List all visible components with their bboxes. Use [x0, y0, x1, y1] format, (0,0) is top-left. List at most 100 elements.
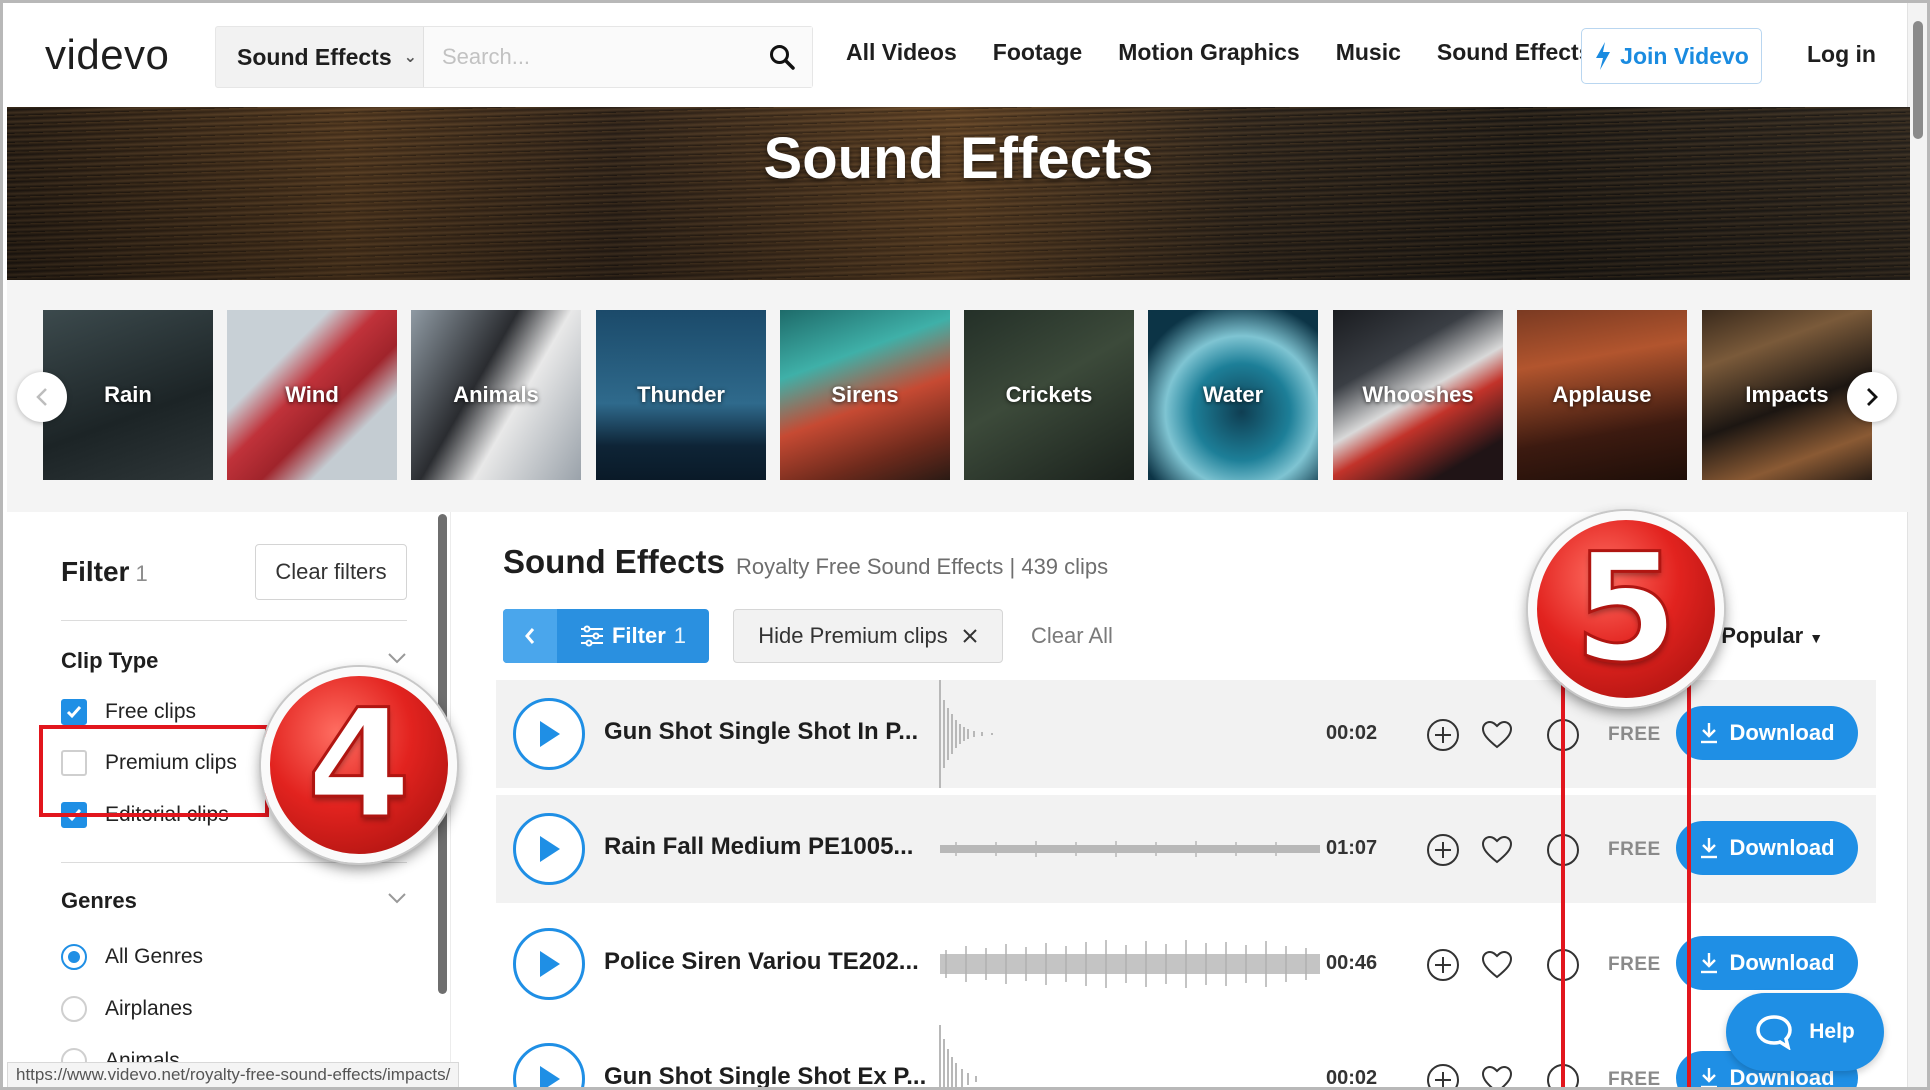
heart-icon[interactable]: [1480, 718, 1514, 752]
play-icon: [540, 1066, 560, 1087]
category-tile-rain[interactable]: Rain: [43, 310, 213, 480]
nav-all-videos[interactable]: All Videos: [846, 39, 957, 66]
add-to-collection-icon[interactable]: [1426, 718, 1460, 752]
clip-title[interactable]: Gun Shot Single Shot Ex P...: [604, 1063, 926, 1087]
nav-music[interactable]: Music: [1336, 39, 1401, 66]
category-label: Impacts: [1745, 382, 1829, 407]
genre-all[interactable]: All Genres: [61, 944, 203, 970]
help-label: Help: [1809, 1020, 1855, 1043]
add-to-collection-icon[interactable]: [1426, 833, 1460, 867]
clip-title[interactable]: Police Siren Variou TE202...: [604, 948, 919, 976]
filter-toggle-count: 1: [673, 623, 687, 648]
download-icon: [1701, 953, 1718, 974]
search-icon[interactable]: [752, 27, 812, 87]
chevron-left-icon[interactable]: [503, 609, 557, 663]
chevron-up-icon[interactable]: [387, 648, 407, 669]
site-header: videvo Sound Effects ⌄ All Videos Footag…: [3, 3, 1913, 107]
chevron-right-icon: [1867, 388, 1878, 406]
filter-toggle-button[interactable]: Filter 1: [503, 609, 709, 663]
caret-down-icon: ▼: [1809, 630, 1824, 646]
heart-icon[interactable]: [1480, 948, 1514, 982]
checkbox-checked[interactable]: [61, 699, 87, 725]
heart-icon[interactable]: [1480, 1063, 1514, 1087]
clear-filters-button[interactable]: Clear filters: [255, 544, 407, 600]
heart-icon[interactable]: [1480, 833, 1514, 867]
filter-toggle-label-wrap: Filter 1: [557, 609, 709, 663]
category-tile-crickets[interactable]: Crickets: [964, 310, 1134, 480]
search-category-label: Sound Effects: [237, 43, 392, 70]
browser-viewport: videvo Sound Effects ⌄ All Videos Footag…: [0, 0, 1930, 1090]
close-icon[interactable]: [962, 628, 978, 644]
nav-footage[interactable]: Footage: [993, 39, 1082, 66]
category-label: Thunder: [637, 382, 725, 407]
genre-label: All Genres: [105, 945, 204, 968]
clear-all-link[interactable]: Clear All: [1031, 623, 1113, 649]
clip-duration: 00:02: [1326, 1067, 1378, 1089]
add-to-collection-icon[interactable]: [1426, 948, 1460, 982]
genre-airplanes[interactable]: Airplanes: [61, 996, 193, 1022]
waveform[interactable]: [936, 1025, 1326, 1090]
category-label: Rain: [104, 382, 152, 407]
hero-title: Sound Effects: [763, 126, 1154, 191]
genres-heading[interactable]: Genres: [61, 888, 137, 914]
category-tile-thunder[interactable]: Thunder: [596, 310, 766, 480]
category-tile-sirens[interactable]: Sirens: [780, 310, 950, 480]
add-to-collection-icon[interactable]: [1426, 1063, 1460, 1087]
divider: [61, 620, 407, 621]
page-scrollbar[interactable]: [1907, 3, 1927, 1087]
category-tile-water[interactable]: Water: [1148, 310, 1318, 480]
category-tile-wind[interactable]: Wind: [227, 310, 397, 480]
clip-type-free[interactable]: Free clips: [61, 699, 196, 725]
sort-label: Popular: [1721, 623, 1804, 648]
play-button[interactable]: [513, 1043, 585, 1087]
clip-title[interactable]: Gun Shot Single Shot In P...: [604, 718, 918, 746]
clip-duration: 01:07: [1326, 837, 1378, 859]
category-tile-applause[interactable]: Applause: [1517, 310, 1687, 480]
waveform[interactable]: [936, 680, 1326, 788]
download-label: Download: [1729, 835, 1835, 860]
sort-dropdown[interactable]: t Popular ▼: [1709, 623, 1823, 649]
category-tile-animals[interactable]: Animals: [411, 310, 581, 480]
search-category-dropdown[interactable]: Sound Effects ⌄: [216, 27, 424, 87]
clip-type-heading[interactable]: Clip Type: [61, 648, 158, 674]
filter-toggle-label: Filter: [611, 623, 666, 648]
radio-unselected[interactable]: [61, 996, 87, 1022]
chevron-up-icon[interactable]: [387, 888, 407, 909]
main-nav: All Videos Footage Motion Graphics Music…: [846, 39, 1592, 66]
play-button[interactable]: [513, 698, 585, 770]
annotation-badge-4: 4: [261, 667, 457, 863]
clip-title[interactable]: Rain Fall Medium PE1005...: [604, 833, 913, 861]
radio-selected[interactable]: [61, 944, 87, 970]
nav-sound-effects[interactable]: Sound Effects: [1437, 39, 1592, 66]
category-carousel: Rain Wind Animals Thunder Sirens Cricket…: [7, 280, 1910, 512]
category-tile-whooshes[interactable]: Whooshes: [1333, 310, 1503, 480]
carousel-prev-button[interactable]: [17, 372, 67, 422]
filter-heading: Filter 1: [61, 556, 148, 588]
chat-bubble-icon: [1756, 1015, 1792, 1050]
carousel-next-button[interactable]: [1847, 372, 1897, 422]
clip-duration: 00:02: [1326, 722, 1378, 744]
play-button[interactable]: [513, 928, 585, 1000]
help-button[interactable]: Help: [1726, 993, 1884, 1071]
active-filter-chip[interactable]: Hide Premium clips: [733, 609, 1003, 663]
chip-label: Hide Premium clips: [758, 623, 948, 648]
download-button[interactable]: Download: [1676, 821, 1858, 875]
scrollbar-thumb[interactable]: [1913, 21, 1923, 139]
waveform[interactable]: [936, 910, 1326, 1018]
download-button[interactable]: Download: [1676, 706, 1858, 760]
play-button[interactable]: [513, 813, 585, 885]
sliders-icon: [580, 625, 603, 647]
download-label: Download: [1729, 950, 1835, 975]
search-input[interactable]: [424, 27, 752, 87]
login-link[interactable]: Log in: [1807, 41, 1876, 68]
waveform[interactable]: [936, 795, 1326, 903]
videvo-logo[interactable]: videvo: [45, 31, 169, 79]
status-bar-url: https://www.videvo.net/royalty-free-soun…: [7, 1062, 460, 1087]
download-button[interactable]: Download: [1676, 936, 1858, 990]
download-icon: [1701, 838, 1718, 859]
nav-motion-graphics[interactable]: Motion Graphics: [1118, 39, 1299, 66]
hero-banner: Sound Effects: [7, 107, 1910, 280]
play-icon: [540, 951, 560, 977]
download-icon: [1701, 723, 1718, 744]
join-videvo-button[interactable]: Join Videvo: [1581, 28, 1762, 84]
